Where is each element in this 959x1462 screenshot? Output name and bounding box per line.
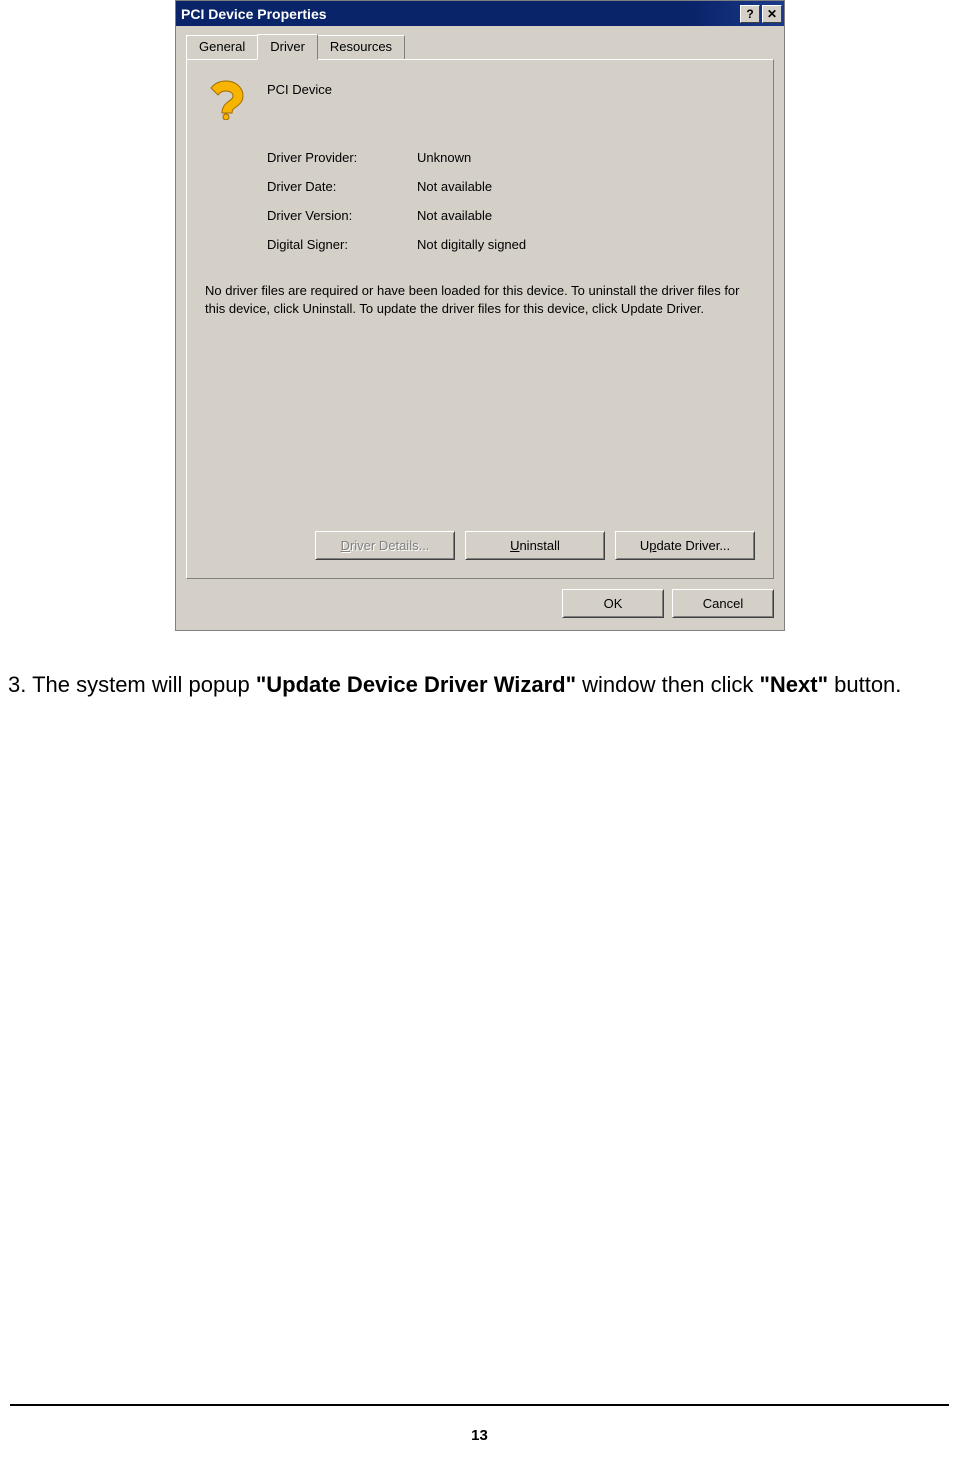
tab-general-label: General (199, 39, 245, 54)
unknown-device-icon (205, 78, 247, 120)
instruction-bold2: "Next" (759, 672, 828, 697)
instruction-middle: window then click (576, 672, 759, 697)
properties-dialog: PCI Device Properties ? ✕ General Driver… (175, 0, 785, 631)
update-pre: U (640, 538, 649, 553)
instruction-prefix: 3. The system will popup (8, 672, 256, 697)
close-button[interactable]: ✕ (762, 5, 782, 23)
provider-value: Unknown (417, 150, 755, 165)
uninstall-button[interactable]: Uninstall (465, 531, 605, 560)
driver-description: No driver files are required or have bee… (205, 282, 755, 317)
tab-driver-label: Driver (270, 39, 305, 54)
update-driver-button[interactable]: Update Driver... (615, 531, 755, 560)
ok-label: OK (604, 596, 623, 611)
driver-details-button: Driver Details... (315, 531, 455, 560)
update-rest: date Driver... (656, 538, 730, 553)
version-label: Driver Version: (267, 208, 417, 223)
instruction-suffix: button. (828, 672, 901, 697)
version-value: Not available (417, 208, 755, 223)
tab-general[interactable]: General (186, 35, 258, 61)
device-header: PCI Device (205, 78, 755, 120)
tab-strip: General Driver Resources (176, 26, 784, 59)
tab-button-row: Driver Details... Uninstall Update Drive… (315, 531, 755, 560)
instruction-text: 3. The system will popup "Update Device … (8, 670, 953, 700)
cancel-label: Cancel (703, 596, 743, 611)
signer-value: Not digitally signed (417, 237, 755, 252)
window-title: PCI Device Properties (181, 6, 740, 22)
cancel-button[interactable]: Cancel (672, 589, 774, 618)
instruction-bold1: "Update Device Driver Wizard" (256, 672, 576, 697)
driver-details-rest: river Details... (350, 538, 429, 553)
tab-resources[interactable]: Resources (317, 35, 405, 61)
uninstall-rest: ninstall (519, 538, 559, 553)
close-icon: ✕ (767, 7, 777, 21)
driver-info-grid: Driver Provider: Unknown Driver Date: No… (267, 150, 755, 252)
help-button[interactable]: ? (740, 5, 760, 23)
dialog-footer: OK Cancel (176, 585, 784, 630)
signer-label: Digital Signer: (267, 237, 417, 252)
date-value: Not available (417, 179, 755, 194)
page-divider (10, 1404, 949, 1406)
date-label: Driver Date: (267, 179, 417, 194)
provider-label: Driver Provider: (267, 150, 417, 165)
device-name: PCI Device (267, 78, 332, 97)
ok-button[interactable]: OK (562, 589, 664, 618)
question-icon: ? (746, 7, 753, 21)
tab-resources-label: Resources (330, 39, 392, 54)
page-number: 13 (0, 1427, 959, 1444)
titlebar: PCI Device Properties ? ✕ (176, 1, 784, 26)
tab-panel-driver: PCI Device Driver Provider: Unknown Driv… (186, 59, 774, 579)
tab-driver[interactable]: Driver (257, 34, 318, 60)
